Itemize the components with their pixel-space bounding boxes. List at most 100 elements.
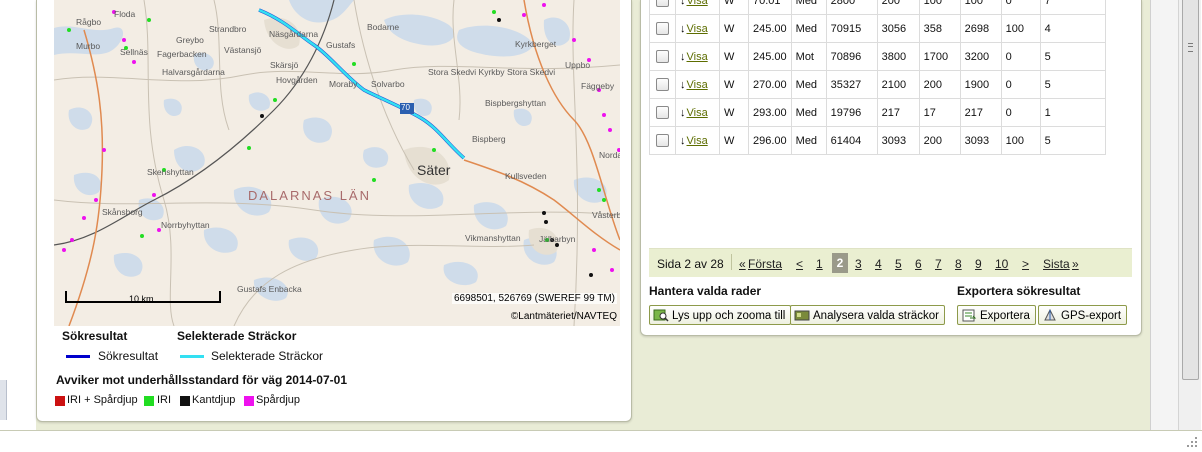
- cell-id: 70915: [825, 14, 878, 43]
- cell-id: 61404: [825, 126, 878, 155]
- cell-a: 3056: [876, 14, 920, 43]
- cell-num: 245.00: [748, 42, 792, 71]
- zoom-map-icon: [653, 309, 669, 322]
- row-select-cell: [649, 14, 676, 43]
- table-row[interactable]: ↓Visa W 70.01 Med 2800 200 100 100 0 7: [649, 0, 1106, 15]
- cell-e: 7: [1039, 0, 1106, 15]
- cell-a: 2100: [876, 70, 920, 99]
- map-place-label: Stora Skedvi: [507, 67, 556, 77]
- row-checkbox[interactable]: [656, 78, 669, 91]
- cell-id: 2800: [825, 0, 878, 15]
- cell-c: 3093: [959, 126, 1002, 155]
- legend-label-selekterade: Selekterade Sträckor: [211, 349, 324, 363]
- analyze-segments-button[interactable]: Analysera valda sträckor: [790, 305, 945, 325]
- map-place-label: Näsgårdarna: [269, 29, 319, 39]
- page-link-9[interactable]: 9: [975, 257, 982, 271]
- cell-a: 3800: [876, 42, 920, 71]
- arrow-down-icon: ↓: [680, 134, 686, 147]
- map-place-label: Greybo: [176, 35, 204, 45]
- page-link-7[interactable]: 7: [935, 257, 942, 271]
- first-page-link[interactable]: Första: [748, 257, 782, 271]
- visa-link[interactable]: Visa: [687, 23, 708, 35]
- visa-link[interactable]: Visa: [687, 0, 708, 7]
- cell-num: 270.00: [748, 70, 792, 99]
- export-button[interactable]: Exportera: [957, 305, 1036, 325]
- page-link-5[interactable]: 5: [895, 257, 902, 271]
- cell-b: 17: [918, 98, 961, 127]
- cell-dir: W: [719, 42, 749, 71]
- map-place-label: Bispbergshyttan: [485, 98, 546, 108]
- cell-typ: Med: [790, 126, 827, 155]
- table-row[interactable]: ↓Visa W 245.00 Med 70915 3056 358 2698 100 4: [649, 14, 1106, 43]
- cell-d: 0: [1000, 98, 1041, 127]
- map-place-label: Hovgården: [276, 75, 318, 85]
- highlight-zoom-button[interactable]: Lys upp och zooma till: [649, 305, 792, 325]
- page-link-1[interactable]: 1: [816, 257, 823, 271]
- table-row[interactable]: ↓Visa W 245.00 Mot 70896 3800 1700 3200 0 5: [649, 42, 1106, 71]
- page-link-4[interactable]: 4: [875, 257, 882, 271]
- map-place-label: Kyrkberget: [515, 39, 557, 49]
- cell-a: 200: [876, 0, 920, 15]
- prev-page-icon[interactable]: <: [796, 257, 803, 271]
- cell-b: 100: [918, 0, 961, 15]
- cell-dir: W: [719, 14, 749, 43]
- scale-label: 10 km: [129, 294, 154, 304]
- cell-dir: W: [719, 98, 749, 127]
- pagination: Sida 2 av 28 « Första < 1 2 3 4 5 6 7 8 …: [649, 248, 1132, 277]
- visa-link[interactable]: Visa: [687, 79, 708, 91]
- map-place-label: Nordanby: [599, 150, 620, 160]
- cell-d: 0: [1000, 42, 1041, 71]
- last-suffix-icon: »: [1072, 257, 1079, 271]
- map-place-label: Jälkarbyn: [539, 234, 576, 244]
- cell-id: 35327: [825, 70, 878, 99]
- pager-divider: [731, 254, 732, 270]
- map-place-label: Fagerbacken: [157, 49, 207, 59]
- map-place-label: Uppbo: [565, 60, 591, 70]
- visa-link[interactable]: Visa: [687, 135, 708, 147]
- next-page-icon[interactable]: >: [1022, 257, 1029, 271]
- current-page: 2: [832, 253, 848, 273]
- map-place-label: Bispberg: [472, 134, 506, 144]
- page-link-10[interactable]: 10: [995, 257, 1008, 271]
- map-view[interactable]: Rågbo Floda Strandbro Bodarne Näsgårdarn…: [54, 0, 620, 326]
- visa-cell: ↓Visa: [675, 0, 720, 15]
- row-checkbox[interactable]: [656, 0, 669, 7]
- map-place-label: Gustafs: [326, 40, 356, 50]
- map-town-label: Säter: [417, 162, 451, 178]
- resize-grip-icon[interactable]: [1186, 436, 1198, 448]
- row-checkbox[interactable]: [656, 50, 669, 63]
- arrow-down-icon: ↓: [680, 0, 686, 7]
- cell-typ: Med: [790, 98, 827, 127]
- cell-id: 70896: [825, 42, 878, 71]
- page-link-3[interactable]: 3: [855, 257, 862, 271]
- visa-cell: ↓Visa: [675, 14, 720, 43]
- visa-cell: ↓Visa: [675, 98, 720, 127]
- gps-export-label: GPS-export: [1061, 310, 1122, 322]
- row-checkbox[interactable]: [656, 134, 669, 147]
- export-icon: [962, 309, 977, 322]
- gps-export-button[interactable]: GPS-export: [1038, 305, 1128, 325]
- table-row[interactable]: ↓Visa W 296.00 Med 61404 3093 200 3093 100 5: [649, 126, 1106, 155]
- table-row[interactable]: ↓Visa W 293.00 Med 19796 217 17 217 0 1: [649, 98, 1106, 127]
- visa-link[interactable]: Visa: [687, 107, 708, 119]
- visa-link[interactable]: Visa: [687, 51, 708, 63]
- right-margin: [1150, 0, 1179, 430]
- arrow-down-icon: ↓: [680, 78, 686, 91]
- scrollbar-thumb[interactable]: [1182, 0, 1199, 380]
- vertical-scrollbar[interactable]: [1178, 0, 1201, 430]
- legend-swatch-label: Kantdjup: [192, 394, 236, 406]
- row-checkbox[interactable]: [656, 106, 669, 119]
- cell-typ: Med: [790, 0, 827, 15]
- table-row[interactable]: ↓Visa W 270.00 Med 35327 2100 200 1900 0 5: [649, 70, 1106, 99]
- cell-typ: Med: [790, 70, 827, 99]
- page-link-8[interactable]: 8: [955, 257, 962, 271]
- last-page-link[interactable]: Sista: [1043, 257, 1070, 271]
- cell-d: 0: [1000, 70, 1041, 99]
- cell-num: 293.00: [748, 98, 792, 127]
- highlight-zoom-label: Lys upp och zooma till: [672, 310, 786, 322]
- first-prefix-icon: «: [739, 257, 746, 271]
- page-link-6[interactable]: 6: [915, 257, 922, 271]
- cell-dir: W: [719, 0, 749, 15]
- map-attribution: ©Lantmäteriet/NAVTEQ: [510, 311, 617, 322]
- row-checkbox[interactable]: [656, 22, 669, 35]
